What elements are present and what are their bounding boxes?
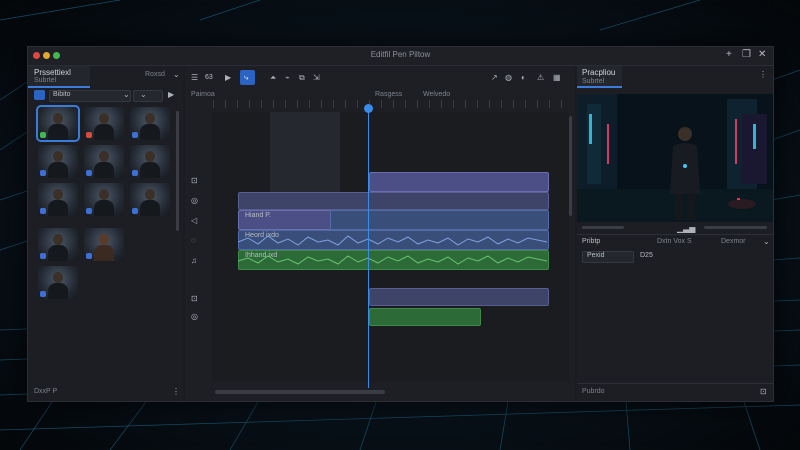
chevron-down-icon[interactable]: ⌄ bbox=[123, 90, 130, 100]
more-icon[interactable]: ⋮ bbox=[759, 70, 767, 80]
play-preview-icon[interactable]: ▶ bbox=[168, 90, 174, 100]
marker-tool-icon[interactable]: ⧉ bbox=[299, 73, 305, 83]
marker-label: Welvedo bbox=[423, 91, 451, 98]
panel-options-icon[interactable]: ⋮ bbox=[172, 387, 180, 397]
marker-label: Rasgess bbox=[375, 91, 403, 98]
track-eye-icon[interactable]: ◎ bbox=[191, 312, 198, 322]
properties-column[interactable]: Dexmor bbox=[721, 238, 746, 245]
panel-expand-icon[interactable]: ⊡ bbox=[760, 387, 767, 397]
video-clip[interactable] bbox=[369, 172, 549, 192]
media-thumbnail[interactable] bbox=[84, 183, 124, 216]
media-thumbnail[interactable] bbox=[38, 266, 78, 299]
share-icon[interactable]: ↗ bbox=[491, 73, 498, 83]
preview-footer: Pubrdo bbox=[582, 388, 605, 395]
close-icon[interactable]: ✕ bbox=[758, 49, 766, 60]
time-ruler[interactable] bbox=[213, 100, 569, 108]
restore-icon[interactable]: ❐ bbox=[742, 49, 751, 60]
media-thumbnail[interactable] bbox=[38, 183, 78, 216]
audio-clip-green[interactable] bbox=[369, 308, 481, 326]
timeline-header-label: Paimoa bbox=[191, 91, 215, 98]
title-bar: Editfil Pen Piltow + ❐ ✕ bbox=[28, 47, 773, 66]
clip-label: Hiand P. bbox=[245, 212, 271, 219]
media-scrollbar[interactable] bbox=[176, 111, 179, 231]
menu-icon[interactable]: ☰ bbox=[191, 73, 198, 83]
add-icon[interactable]: + bbox=[726, 49, 732, 60]
preview-scrubber[interactable] bbox=[582, 226, 624, 229]
playhead-line[interactable] bbox=[368, 106, 369, 388]
media-panel-subtitle: Subrtel bbox=[34, 77, 57, 84]
media-thumbnail[interactable] bbox=[130, 107, 170, 140]
track-lock-icon[interactable]: ⊡ bbox=[191, 176, 198, 186]
media-panel: Prssettiexl Subrtel Roxsd ⌄ Bibito ⌄ ⌄ ▶… bbox=[28, 66, 183, 401]
track-audio-icon[interactable]: ♫ bbox=[191, 256, 197, 266]
tab-menu-icon[interactable]: ⌄ bbox=[173, 70, 180, 80]
editor-window: Editfil Pen Piltow + ❐ ✕ Prssettiexl Sub… bbox=[27, 46, 774, 402]
media-thumbnail[interactable] bbox=[84, 107, 124, 140]
preview-position-bar[interactable] bbox=[704, 226, 767, 229]
video-preview bbox=[577, 94, 773, 222]
razor-tool-icon[interactable]: ⌁ bbox=[285, 73, 290, 83]
media-thumbnail[interactable] bbox=[36, 105, 80, 142]
property-field-label: Pexid bbox=[587, 252, 605, 259]
volume-level-icon: ▁▃▅ bbox=[677, 224, 696, 233]
media-thumbnail[interactable] bbox=[130, 183, 170, 216]
effects-icon[interactable]: ◐ bbox=[521, 73, 526, 83]
media-panel-title: Prssettiexl bbox=[34, 68, 71, 77]
sort-chevron-icon: ⌄ bbox=[140, 90, 147, 99]
media-thumbnail[interactable] bbox=[84, 228, 124, 261]
ripple-tool-icon[interactable]: ⏶ bbox=[270, 73, 276, 83]
track-lock-icon[interactable]: ⊡ bbox=[191, 294, 198, 304]
media-filter-button[interactable] bbox=[34, 90, 45, 100]
media-thumbnail[interactable] bbox=[84, 145, 124, 178]
timeline-panel: ☰ 63 ▶ ⤷ ⏶ ⌁ ⧉ ⇲ ↗ ◍ ◐ ⚠ ▦ Paimoa Rasges… bbox=[185, 66, 575, 401]
media-panel-tab[interactable]: Roxsd bbox=[145, 71, 165, 78]
track-eye-icon[interactable]: ◎ bbox=[191, 196, 198, 206]
media-search-text: Bibito bbox=[53, 91, 71, 98]
timeline-vertical-scrollbar[interactable] bbox=[569, 116, 572, 216]
media-thumbnail[interactable] bbox=[38, 145, 78, 178]
timeline-toolbar-label: 63 bbox=[205, 74, 213, 81]
select-tool-icon: ⤷ bbox=[244, 73, 249, 82]
sort-dropdown[interactable] bbox=[133, 90, 163, 102]
track-mute-icon[interactable]: ◁ bbox=[191, 216, 197, 226]
property-field-value: D25 bbox=[640, 252, 653, 259]
media-panel-footer: DxxP P bbox=[34, 388, 58, 395]
video-clip[interactable] bbox=[369, 288, 549, 306]
grid-icon[interactable]: ▦ bbox=[553, 73, 561, 83]
play-icon[interactable]: ▶ bbox=[225, 73, 231, 83]
window-title: Editfil Pen Piltow bbox=[370, 50, 431, 59]
preview-panel: Pracpliou Subrtel ⋮ ▁▃▅ Pribtp Dxtn Vox … bbox=[577, 66, 773, 401]
snap-tool-icon[interactable]: ⇲ bbox=[313, 73, 320, 83]
audio-clip[interactable] bbox=[330, 210, 549, 230]
media-thumbnail[interactable] bbox=[130, 145, 170, 178]
properties-menu-icon[interactable]: ⌄ bbox=[763, 237, 770, 247]
properties-column[interactable]: Dxtn Vox S bbox=[657, 238, 692, 245]
video-clip[interactable] bbox=[238, 192, 549, 210]
audio-waveform bbox=[238, 235, 547, 265]
audio-icon[interactable]: ◍ bbox=[505, 73, 512, 83]
preview-title: Pracpliou bbox=[582, 68, 616, 77]
preview-subtitle: Subrtel bbox=[582, 78, 605, 85]
warning-icon[interactable]: ⚠ bbox=[537, 73, 544, 83]
properties-title: Pribtp bbox=[582, 238, 601, 245]
playhead-handle[interactable] bbox=[364, 104, 373, 113]
media-thumbnail[interactable] bbox=[38, 228, 78, 261]
timeline-horizontal-scrollbar[interactable] bbox=[215, 390, 385, 394]
track-solo-icon[interactable]: ◌ bbox=[191, 236, 196, 246]
